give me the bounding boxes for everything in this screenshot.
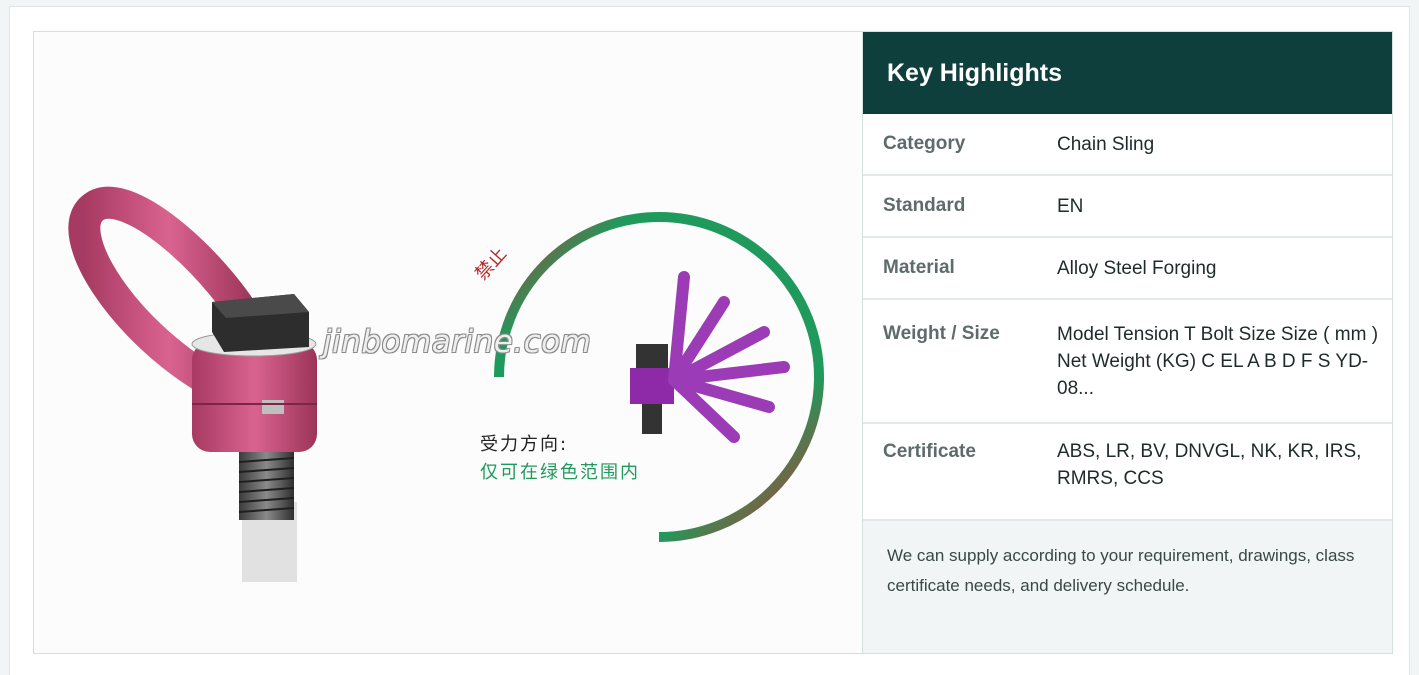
- key-highlights-title: Key Highlights: [863, 32, 1392, 114]
- spec-row-certificate: Certificate ABS, LR, BV, DNVGL, NK, KR, …: [863, 424, 1392, 521]
- spec-row-material: Material Alloy Steel Forging: [863, 238, 1392, 300]
- bushing-pin: [262, 400, 284, 414]
- swivel-body: [192, 342, 317, 452]
- supply-note: We can supply according to your requirem…: [863, 521, 1392, 653]
- spec-value: Alloy Steel Forging: [1057, 257, 1217, 279]
- swing-positions: [668, 271, 790, 443]
- spec-row-standard: Standard EN: [863, 176, 1392, 238]
- small-swivel-body: [630, 368, 674, 404]
- spec-value: Chain Sling: [1057, 133, 1155, 155]
- watermark-text: jinbomarine.com: [323, 324, 592, 360]
- green-range-label: 仅可在绿色范围内: [480, 462, 640, 483]
- spec-label: Material: [883, 257, 955, 278]
- spec-label: Standard: [883, 195, 966, 216]
- product-highlights-card: jinbomarine.com 禁止 受力方向: 仅可在绿色范围内 Key Hi…: [33, 31, 1393, 654]
- spec-row-weight-size: Weight / Size Model Tension T Bolt Size …: [863, 300, 1392, 424]
- spec-value: Model Tension T Bolt Size Size ( mm ) Ne…: [1057, 324, 1379, 399]
- small-bolt-thread: [642, 404, 662, 434]
- spec-value: ABS, LR, BV, DNVGL, NK, KR, IRS, RMRS, C…: [1057, 441, 1362, 489]
- spec-value: EN: [1057, 195, 1084, 217]
- product-image: jinbomarine.com 禁止 受力方向: 仅可在绿色范围内: [34, 32, 863, 653]
- spec-label: Certificate: [883, 441, 976, 462]
- spec-row-category: Category Chain Sling: [863, 114, 1392, 176]
- spec-label: Category: [883, 133, 966, 154]
- spec-label: Weight / Size: [883, 323, 1000, 344]
- force-direction-label: 受力方向:: [480, 434, 569, 455]
- key-highlights-panel: Key Highlights Category Chain Sling Stan…: [863, 32, 1392, 653]
- small-bolt-head: [636, 344, 668, 368]
